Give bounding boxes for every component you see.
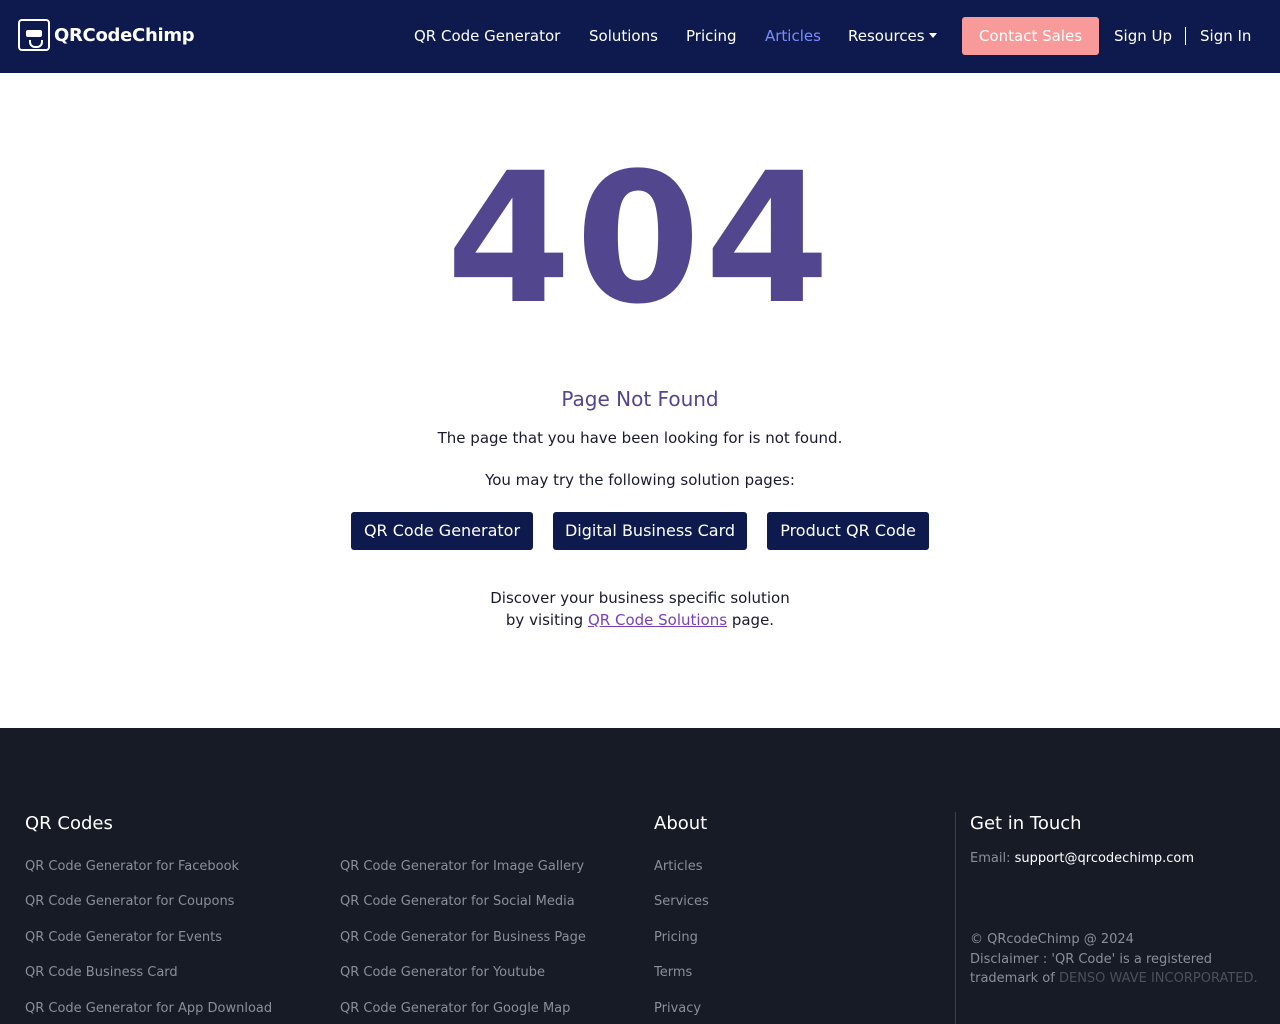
footer-link-facebook[interactable]: QR Code Generator for Facebook	[25, 859, 239, 874]
footer-link-image-gallery[interactable]: QR Code Generator for Image Gallery	[340, 859, 584, 874]
error-title: Page Not Found	[561, 387, 719, 411]
disclaimer-line-1: Disclaimer : 'QR Code' is a registered	[970, 951, 1213, 967]
disclaimer-prefix: trademark of	[970, 971, 1055, 986]
digital-business-card-button[interactable]: Digital Business Card	[553, 512, 747, 550]
product-qr-code-button[interactable]: Product QR Code	[767, 512, 929, 550]
discover-suffix: page.	[731, 611, 775, 629]
get-in-touch-heading: Get in Touch	[970, 813, 1082, 834]
footer-link-terms[interactable]: Terms	[654, 965, 692, 980]
sign-in-link[interactable]: Sign In	[1200, 26, 1251, 46]
contact-sales-button[interactable]: Contact Sales	[962, 17, 1099, 55]
qr-code-generator-button[interactable]: QR Code Generator	[351, 512, 533, 550]
top-navbar: QRCodeChimp QR Code Generator Solutions …	[0, 0, 1280, 73]
email-link[interactable]: support@qrcodechimp.com	[1015, 851, 1194, 866]
nav-articles[interactable]: Articles	[765, 26, 821, 46]
footer-link-events[interactable]: QR Code Generator for Events	[25, 930, 222, 945]
nav-qr-code-generator[interactable]: QR Code Generator	[414, 26, 560, 46]
email-row: Email: support@qrcodechimp.com	[970, 851, 1194, 866]
discover-line-2: by visiting QR Code Solutions page.	[0, 609, 1280, 631]
qr-code-solutions-link[interactable]: QR Code Solutions	[588, 611, 727, 629]
about-heading: About	[654, 813, 708, 834]
solution-prompt: You may try the following solution pages…	[485, 471, 795, 489]
footer-link-coupons[interactable]: QR Code Generator for Coupons	[25, 894, 234, 909]
footer-link-app-download[interactable]: QR Code Generator for App Download	[25, 1001, 272, 1016]
sign-up-link[interactable]: Sign Up	[1114, 26, 1172, 46]
site-footer: QR Codes QR Code Generator for Facebook …	[0, 728, 1280, 1024]
email-label: Email:	[970, 851, 1011, 866]
footer-link-business-page[interactable]: QR Code Generator for Business Page	[340, 930, 586, 945]
discover-line-1: Discover your business specific solution	[490, 589, 790, 607]
discover-prefix: by visiting	[505, 611, 584, 629]
nav-pricing[interactable]: Pricing	[686, 26, 737, 46]
footer-link-articles[interactable]: Articles	[654, 859, 702, 874]
error-message: The page that you have been looking for …	[437, 429, 843, 447]
logo-text: QRCodeChimp	[54, 24, 195, 46]
discover-text: Discover your business specific solution…	[0, 587, 1280, 631]
caret-down-icon	[928, 33, 937, 38]
nav-solutions[interactable]: Solutions	[589, 26, 658, 46]
nav-resources[interactable]: Resources	[848, 26, 937, 46]
footer-link-youtube[interactable]: QR Code Generator for Youtube	[340, 965, 545, 980]
denso-wave-link[interactable]: DENSO WAVE INCORPORATED.	[1059, 971, 1258, 986]
qr-codes-heading: QR Codes	[25, 813, 113, 834]
copyright-text: © QRcodeChimp @ 2024	[970, 932, 1134, 947]
footer-link-pricing[interactable]: Pricing	[654, 930, 698, 945]
chimp-logo-icon	[18, 19, 50, 51]
footer-link-services[interactable]: Services	[654, 894, 709, 909]
footer-link-privacy[interactable]: Privacy	[654, 1001, 701, 1016]
nav-resources-label: Resources	[848, 27, 925, 45]
site-logo[interactable]: QRCodeChimp	[18, 19, 195, 51]
disclaimer-line-2: trademark of DENSO WAVE INCORPORATED.	[970, 969, 1260, 989]
copyright-block: © QRcodeChimp @ 2024 Disclaimer : 'QR Co…	[970, 930, 1260, 989]
footer-divider	[955, 812, 956, 1024]
footer-link-google-map[interactable]: QR Code Generator for Google Map	[340, 1001, 570, 1016]
footer-link-business-card[interactable]: QR Code Business Card	[25, 965, 178, 980]
nav-divider	[1185, 27, 1186, 45]
error-code: 404	[446, 135, 834, 344]
footer-link-social-media[interactable]: QR Code Generator for Social Media	[340, 894, 575, 909]
